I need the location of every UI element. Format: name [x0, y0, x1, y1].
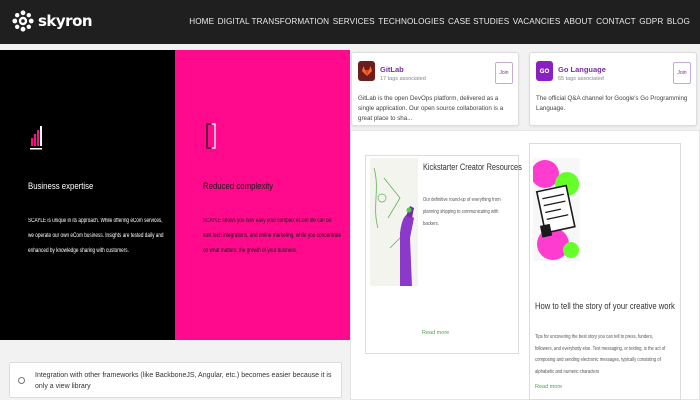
article-card-kickstarter[interactable]: Kickstarter Creator Resources Our defini… — [365, 155, 522, 354]
logo-icon — [12, 10, 34, 32]
nav-technologies[interactable]: TECHNOLOGIES — [378, 17, 444, 26]
read-more-link[interactable]: Read more — [422, 330, 449, 336]
top-navigation-bar: skyron HOME DIGITAL TRANSFORMATION SERVI… — [0, 0, 700, 44]
tag-card-go-language[interactable]: GO Go Language 65 tags associated Join T… — [529, 52, 697, 126]
tag-count: 17 tags associated — [380, 76, 426, 82]
panel-body: SCAYLE is unique in its approach. While … — [28, 218, 164, 254]
tag-name[interactable]: GitLab — [380, 65, 404, 74]
nav-contact[interactable]: CONTACT — [596, 17, 636, 26]
radio-button[interactable] — [18, 377, 25, 384]
nav-gdpr[interactable]: GDPR — [639, 17, 663, 26]
tag-name[interactable]: Go Language — [558, 65, 606, 74]
tag-count: 65 tags associated — [558, 76, 604, 82]
business-expertise-panel: Business expertise SCAYLE is unique in i… — [0, 50, 175, 340]
article-card-storytelling[interactable]: How to tell the story of your creative w… — [529, 143, 681, 400]
read-more-link[interactable]: Read more — [535, 384, 562, 390]
answer-option[interactable]: Integration with other frameworks (like … — [9, 362, 342, 398]
main-nav: HOME DIGITAL TRANSFORMATION SERVICES TEC… — [186, 17, 690, 26]
nav-home[interactable]: HOME — [189, 17, 214, 26]
article-title[interactable]: Kickstarter Creator Resources — [423, 162, 522, 172]
tag-description: GitLab is the open DevOps platform, deli… — [358, 95, 504, 122]
page: skyron HOME DIGITAL TRANSFORMATION SERVI… — [0, 0, 700, 400]
tag-description: The official Q&A channel for Google's Go… — [536, 95, 688, 112]
nav-digital-transformation[interactable]: DIGITAL TRANSFORMATION — [218, 17, 330, 26]
go-logo-icon: GO — [536, 61, 553, 81]
article-image — [533, 158, 580, 261]
nav-services[interactable]: SERVICES — [333, 17, 375, 26]
panel-body: SCAYLE shows you how easy your complex e… — [203, 218, 342, 254]
article-image — [370, 158, 418, 286]
bracket-icon — [206, 123, 216, 149]
logo-text: skyron — [38, 12, 93, 30]
panel-title: Reduced complexity — [203, 181, 274, 192]
reduced-complexity-panel: Reduced complexity SCAYLE shows you how … — [175, 50, 350, 340]
nav-case-studies[interactable]: CASE STUDIES — [448, 17, 509, 26]
logo[interactable]: skyron — [12, 10, 93, 32]
article-summary: Tips for uncovering the best story you c… — [535, 334, 666, 375]
bar-chart-icon — [30, 126, 42, 150]
gitlab-logo-icon — [358, 61, 375, 81]
nav-vacancies[interactable]: VACANCIES — [513, 17, 561, 26]
nav-about[interactable]: ABOUT — [564, 17, 593, 26]
option-text: Integration with other frameworks (like … — [35, 372, 332, 390]
tag-card-gitlab[interactable]: GitLab 17 tags associated Join GitLab is… — [351, 52, 519, 126]
join-button[interactable]: Join — [495, 62, 513, 84]
join-button[interactable]: Join — [673, 62, 691, 84]
article-title[interactable]: How to tell the story of your creative w… — [535, 301, 675, 311]
article-summary: Our definitive round-up of everything fr… — [423, 197, 501, 227]
panel-title: Business expertise — [28, 181, 94, 192]
nav-blog[interactable]: BLOG — [667, 17, 690, 26]
